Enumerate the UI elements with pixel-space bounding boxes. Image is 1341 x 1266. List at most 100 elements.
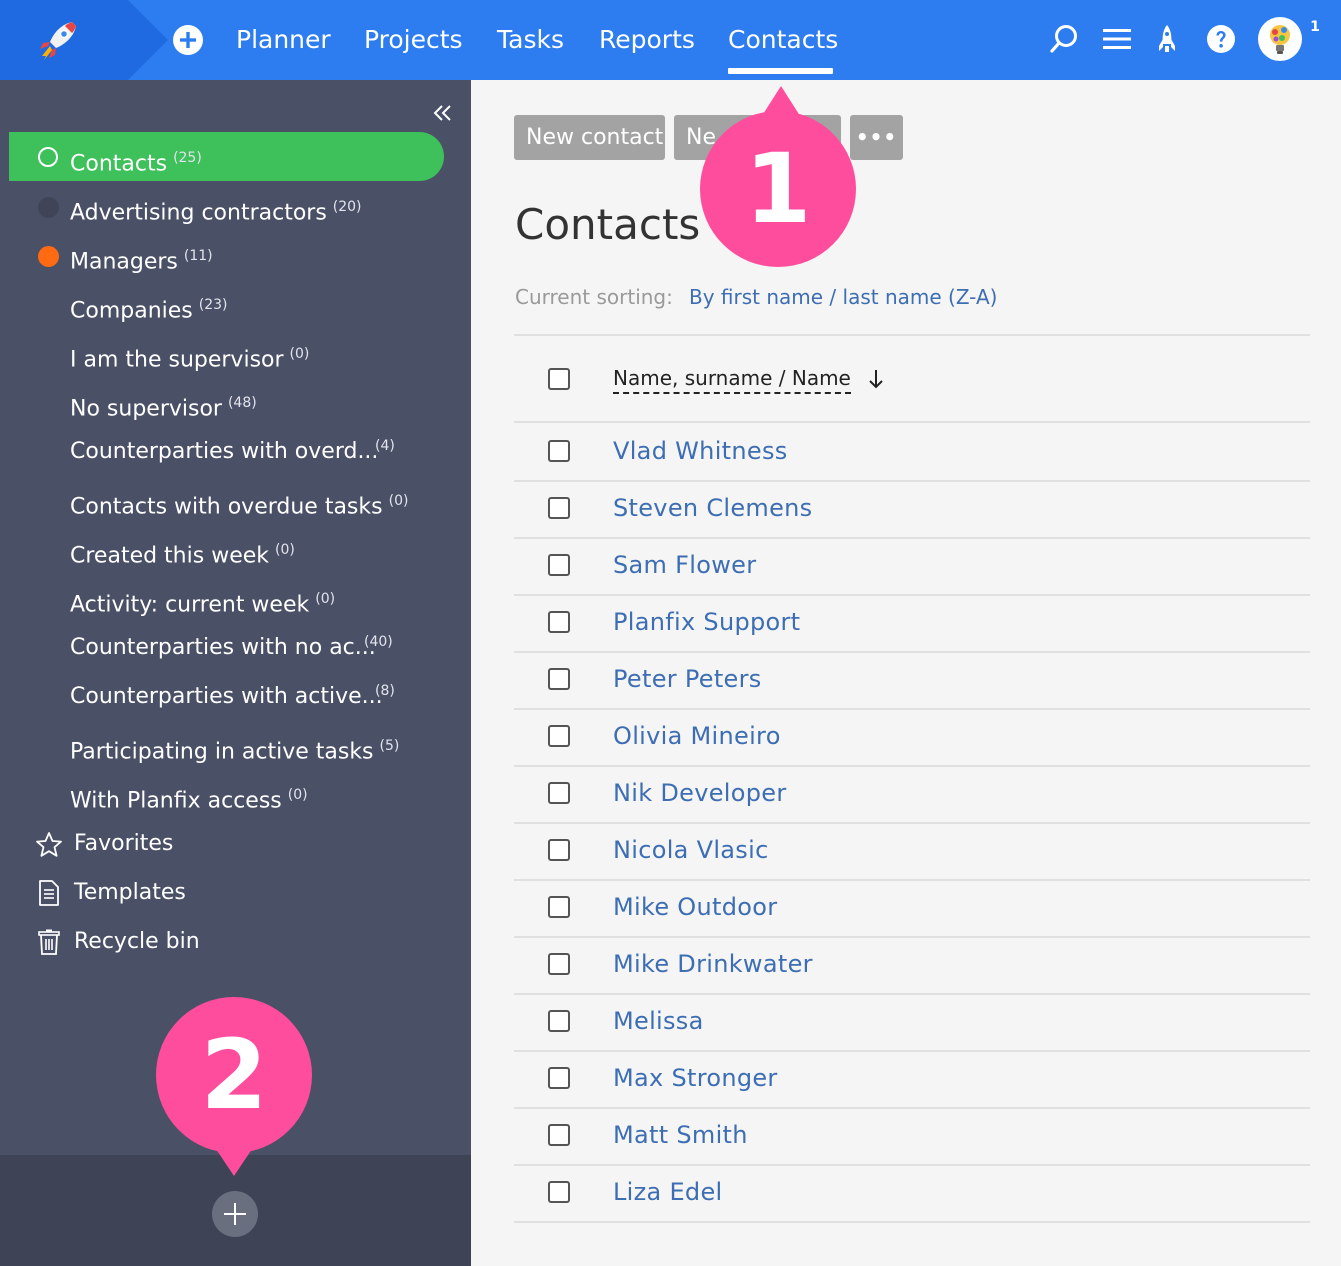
row-divider: [514, 993, 1310, 995]
callout-badge-1: 1: [700, 111, 856, 267]
row-divider: [514, 765, 1310, 767]
contact-name-link[interactable]: Mike Drinkwater: [613, 948, 813, 980]
row-divider: [514, 879, 1310, 881]
row-divider: [514, 480, 1310, 482]
sidebar-item-managers[interactable]: Managers (11): [70, 241, 213, 277]
contact-name-link[interactable]: Nicola Vlasic: [613, 834, 769, 866]
contact-name-link[interactable]: Vlad Whitness: [613, 435, 788, 467]
sidebar-item-templates[interactable]: Templates: [74, 878, 186, 908]
sort-down-arrow-icon[interactable]: [866, 366, 886, 392]
select-all-checkbox[interactable]: [548, 368, 570, 390]
divider: [514, 334, 1310, 336]
sidebar-item-no-supervisor[interactable]: No supervisor (48): [70, 388, 257, 424]
row-checkbox[interactable]: [548, 953, 570, 975]
row-divider: [514, 936, 1310, 938]
sidebar-item-counterparties-active[interactable]: Counterparties with active...: [70, 682, 383, 712]
contact-name-link[interactable]: Steven Clemens: [613, 492, 812, 524]
rocket-icon[interactable]: [1150, 22, 1184, 56]
sidebar-item-advertising-contractors[interactable]: Advertising contractors (20): [70, 192, 362, 228]
document-icon: [39, 880, 59, 906]
column-header-name[interactable]: Name, surname / Name: [613, 364, 851, 394]
plus-circle-icon[interactable]: [172, 24, 204, 56]
contact-name-link[interactable]: Liza Edel: [613, 1176, 723, 1208]
notification-badge[interactable]: 1: [1304, 16, 1326, 38]
nav-tasks[interactable]: Tasks: [497, 22, 564, 58]
row-checkbox[interactable]: [548, 440, 570, 462]
logo-arrow: [128, 0, 168, 80]
row-divider: [514, 1107, 1310, 1109]
sidebar-item-activity-current-week[interactable]: Activity: current week (0): [70, 584, 335, 620]
contact-name-link[interactable]: Melissa: [613, 1005, 704, 1037]
trash-icon: [38, 929, 60, 955]
contact-name-link[interactable]: Planfix Support: [613, 606, 800, 638]
page-title: Contacts: [515, 200, 701, 249]
sidebar-item-recycle-bin[interactable]: Recycle bin: [74, 927, 200, 957]
nav-planner[interactable]: Planner: [236, 22, 331, 58]
row-checkbox[interactable]: [548, 896, 570, 918]
plus-icon: [224, 1203, 246, 1225]
contact-name-link[interactable]: Peter Peters: [613, 663, 762, 695]
callout-badge-2: 2: [156, 997, 312, 1153]
star-icon: [36, 832, 62, 857]
menu-icon[interactable]: [1100, 22, 1134, 56]
contact-name-link[interactable]: Sam Flower: [613, 549, 756, 581]
help-icon[interactable]: [1204, 22, 1238, 56]
sidebar-item-participating-active-tasks[interactable]: Participating in active tasks (5): [70, 731, 399, 767]
rocket-logo-icon[interactable]: [34, 16, 82, 64]
sidebar-item-companies[interactable]: Companies (23): [70, 290, 228, 326]
row-checkbox[interactable]: [548, 1181, 570, 1203]
contact-name-link[interactable]: Mike Outdoor: [613, 891, 777, 923]
contact-name-link[interactable]: Nik Developer: [613, 777, 786, 809]
sidebar-item-counterparties-no-activity[interactable]: Counterparties with no ac...: [70, 633, 376, 663]
sidebar-item-contacts-overdue-tasks[interactable]: Contacts with overdue tasks (0): [70, 486, 408, 522]
sidebar-item-count: (40): [364, 634, 393, 650]
add-filter-button[interactable]: [212, 1191, 258, 1237]
row-divider: [514, 651, 1310, 653]
row-divider: [514, 594, 1310, 596]
nav-projects[interactable]: Projects: [364, 22, 463, 58]
row-checkbox[interactable]: [548, 554, 570, 576]
row-checkbox[interactable]: [548, 725, 570, 747]
color-dot-icon: [38, 246, 59, 267]
row-checkbox[interactable]: [548, 1067, 570, 1089]
contact-name-link[interactable]: Max Stronger: [613, 1062, 778, 1094]
divider: [514, 421, 1310, 423]
more-actions-button[interactable]: •••: [850, 115, 903, 160]
nav-reports[interactable]: Reports: [599, 22, 695, 58]
row-checkbox[interactable]: [548, 668, 570, 690]
sidebar-item-counterparties-overdue[interactable]: Counterparties with overd...: [70, 437, 378, 467]
row-checkbox[interactable]: [548, 1124, 570, 1146]
sidebar-item-planfix-access[interactable]: With Planfix access (0): [70, 780, 308, 816]
row-divider: [514, 1221, 1310, 1223]
main-content: [480, 80, 1341, 1236]
sidebar-item-i-am-supervisor[interactable]: I am the supervisor (0): [70, 339, 309, 375]
collapse-sidebar-icon[interactable]: [432, 102, 454, 124]
sidebar-item-favorites[interactable]: Favorites: [74, 829, 173, 859]
contact-name-link[interactable]: Matt Smith: [613, 1119, 748, 1151]
sidebar-item-label: Contacts (25): [70, 150, 202, 177]
sidebar-item-count: (4): [375, 438, 395, 454]
row-checkbox[interactable]: [548, 1010, 570, 1032]
row-divider: [514, 822, 1310, 824]
circle-outline-icon: [38, 147, 58, 167]
row-checkbox[interactable]: [548, 611, 570, 633]
contact-name-link[interactable]: Olivia Mineiro: [613, 720, 781, 752]
nav-active-indicator: [728, 68, 833, 74]
color-dot-icon: [38, 197, 59, 218]
row-divider: [514, 1164, 1310, 1166]
row-checkbox[interactable]: [548, 497, 570, 519]
row-divider: [514, 1050, 1310, 1052]
search-icon[interactable]: [1048, 22, 1082, 56]
row-checkbox[interactable]: [548, 782, 570, 804]
row-divider: [514, 537, 1310, 539]
nav-contacts[interactable]: Contacts: [728, 22, 838, 58]
sidebar-item-created-this-week[interactable]: Created this week (0): [70, 535, 295, 571]
new-contact-button[interactable]: New contact: [514, 115, 665, 160]
row-divider: [514, 708, 1310, 710]
row-checkbox[interactable]: [548, 839, 570, 861]
top-bar: Planner Projects Tasks Reports Contacts: [0, 0, 1341, 80]
sorting-value-link[interactable]: By first name / last name (Z-A): [689, 283, 997, 311]
avatar-image: [1270, 25, 1290, 54]
sidebar-item-count: (8): [375, 683, 395, 699]
avatar[interactable]: [1258, 17, 1302, 61]
